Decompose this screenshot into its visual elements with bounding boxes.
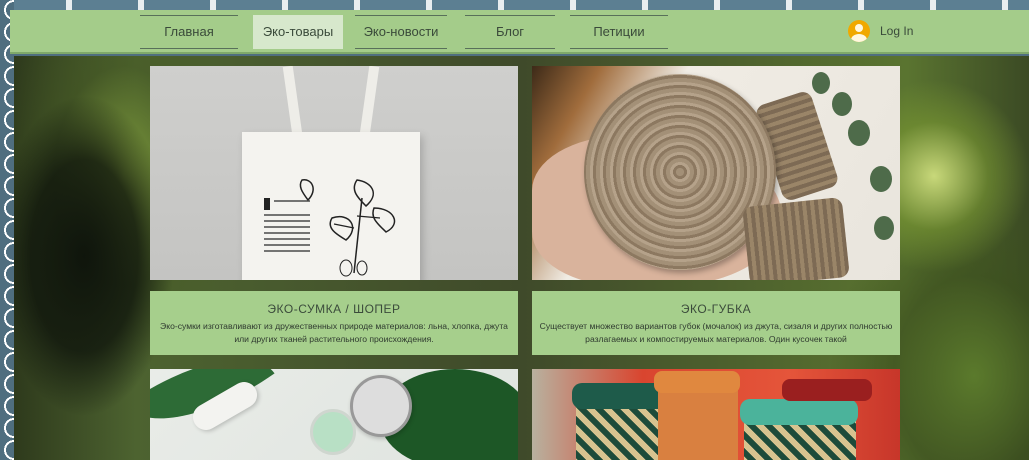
user-avatar-icon (848, 20, 870, 42)
bag-strap-right (358, 66, 380, 143)
cup-lid-icon (654, 371, 740, 393)
card-title: ЭКО-СУМКА / ШОПЕР (267, 302, 401, 316)
top-decorative-pattern (0, 0, 1029, 10)
cream-jar-icon (350, 375, 412, 437)
cup-lid-icon (740, 399, 858, 425)
nav-item-home[interactable]: Главная (140, 15, 238, 49)
cream-jar-icon (310, 409, 356, 455)
leaf-icon (874, 216, 894, 240)
nav-item-blog[interactable]: Блог (465, 15, 555, 49)
card-eco-sponge: ЭКО-ГУБКА Существует множество вариантов… (532, 291, 900, 355)
leaf-icon (848, 120, 870, 146)
leaf-icon (870, 166, 892, 192)
card-image-eco-cosmetics[interactable] (150, 369, 518, 460)
nav-item-petitions[interactable]: Петиции (570, 15, 668, 49)
login-label: Log In (880, 24, 914, 38)
cup-lid-icon (782, 379, 872, 401)
bag-strap-left (282, 66, 304, 143)
nav-item-eco-news[interactable]: Эко-новости (355, 15, 447, 49)
card-description: Существует множество вариантов губок (мо… (539, 321, 893, 344)
card-description: Эко-сумки изготавливают из дружественных… (160, 321, 508, 344)
side-decorative-pattern (0, 0, 14, 460)
card-image-eco-cups[interactable] (532, 369, 900, 460)
card-eco-bag: ЭКО-СУМКА / ШОПЕР Эко-сумки изготавливаю… (150, 291, 518, 355)
card-title: ЭКО-ГУБКА (680, 302, 752, 316)
knitted-sponge-2 (742, 196, 850, 280)
nav-item-eco-products[interactable]: Эко-товары (253, 15, 343, 49)
login-button[interactable]: Log In (848, 19, 913, 43)
botanical-print-icon (264, 179, 396, 277)
top-navigation: Главная Эко-товары Эко-новости Блог Пети… (10, 10, 1029, 54)
leaf-icon (832, 92, 852, 116)
leaf-icon (812, 72, 830, 94)
card-image-eco-bag[interactable] (150, 66, 518, 280)
card-image-eco-sponge[interactable] (532, 66, 900, 280)
